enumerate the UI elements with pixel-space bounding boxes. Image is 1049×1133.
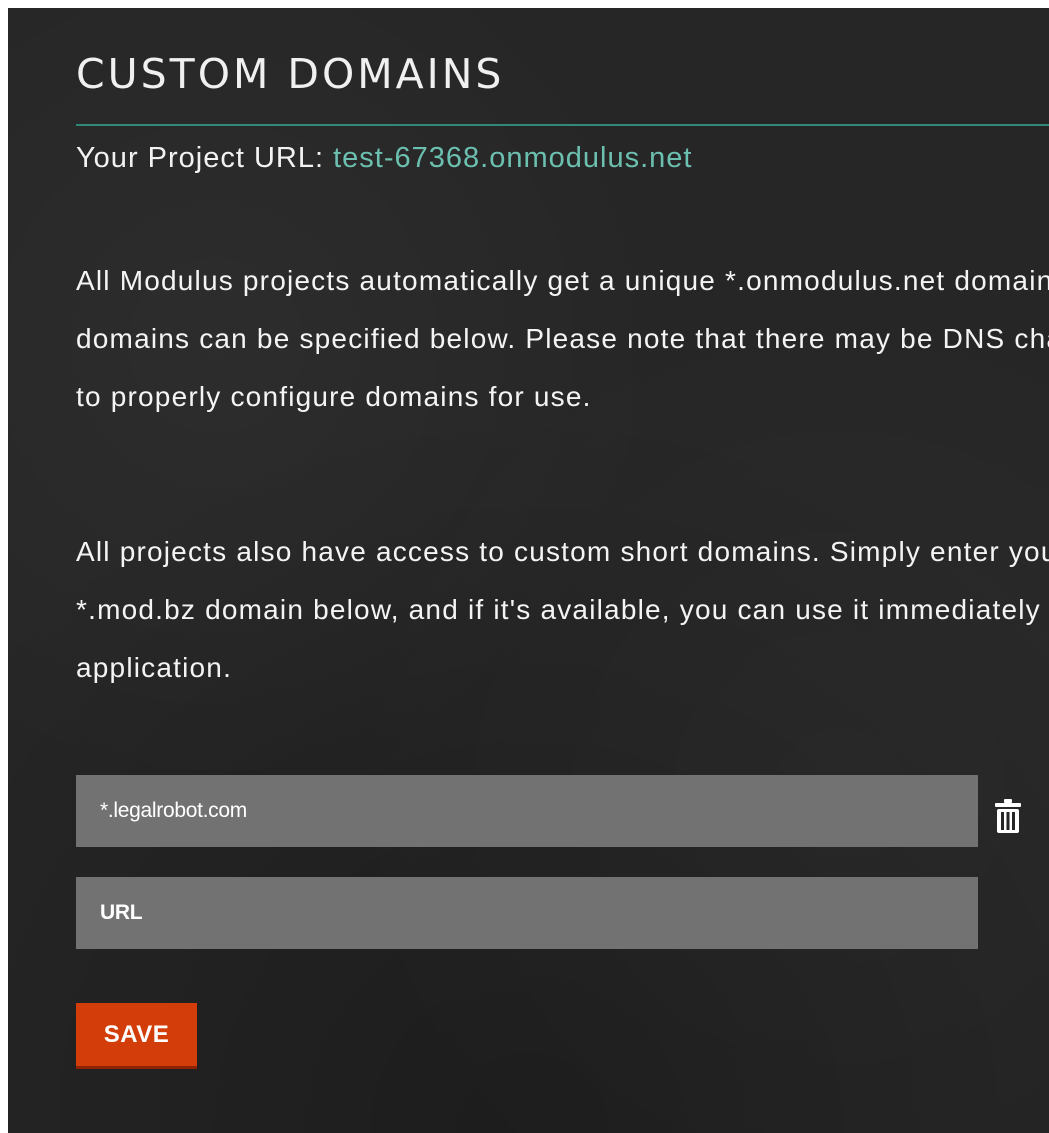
description-paragraph-1: All Modulus projects automatically get a… bbox=[76, 252, 1049, 426]
domain-input-existing[interactable] bbox=[76, 775, 978, 847]
save-button[interactable]: SAVE bbox=[76, 1003, 197, 1069]
project-url-link[interactable]: test-67368.onmodulus.net bbox=[333, 142, 692, 174]
description-line: to properly configure domains for use. bbox=[76, 381, 592, 412]
trash-icon[interactable] bbox=[994, 799, 1022, 833]
domain-input-new[interactable] bbox=[76, 877, 978, 949]
description-line: *.mod.bz domain below, and if it's avail… bbox=[76, 594, 1049, 625]
description-paragraph-2: All projects also have access to custom … bbox=[76, 523, 1049, 697]
custom-domains-panel: CUSTOM DOMAINS Your Project URL: test-67… bbox=[8, 8, 1049, 1133]
description-line: domains can be specified below. Please n… bbox=[76, 323, 1049, 354]
description-line: All Modulus projects automatically get a… bbox=[76, 265, 1049, 296]
description-line: application. bbox=[76, 652, 233, 683]
title-divider bbox=[76, 124, 1049, 126]
description-line: All projects also have access to custom … bbox=[76, 536, 1049, 567]
page-title: CUSTOM DOMAINS bbox=[76, 50, 505, 98]
project-url-row: Your Project URL: test-67368.onmodulus.n… bbox=[76, 142, 692, 175]
project-url-label: Your Project URL: bbox=[76, 142, 334, 174]
